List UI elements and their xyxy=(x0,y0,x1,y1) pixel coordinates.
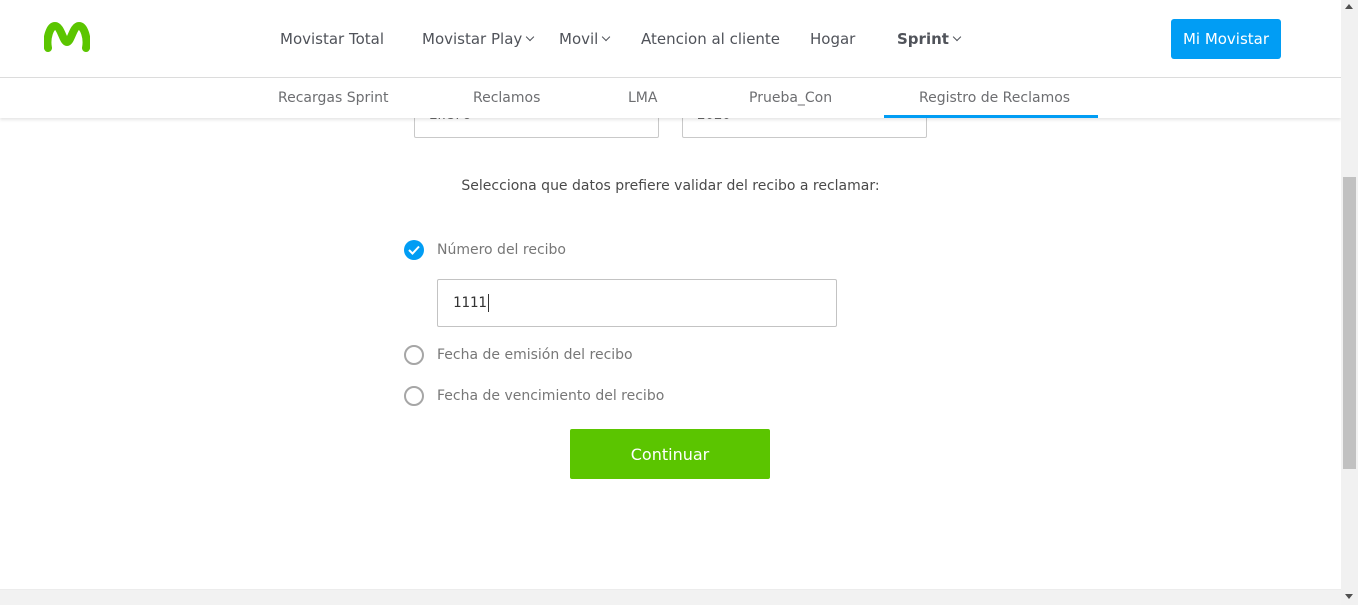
continue-button[interactable]: Continuar xyxy=(570,429,770,479)
nav-hogar[interactable]: Hogar xyxy=(810,30,855,48)
nav-movistar-play[interactable]: Movistar Play xyxy=(422,30,535,48)
text-caret xyxy=(487,294,489,312)
nav-label: Movil xyxy=(559,30,599,48)
option-fecha-vencimiento[interactable]: Fecha de vencimiento del recibo xyxy=(404,386,664,406)
chevron-down-icon xyxy=(602,32,611,42)
footer-strip xyxy=(0,589,1341,605)
option-label: Fecha de emisión del recibo xyxy=(437,347,633,363)
radio-checked[interactable] xyxy=(404,240,424,260)
radio-unchecked[interactable] xyxy=(404,345,424,365)
nav-movistar-total[interactable]: Movistar Total xyxy=(280,30,384,48)
page: Movistar Total Movistar Play Movil Atenc… xyxy=(0,0,1358,605)
nav-sprint[interactable]: Sprint xyxy=(897,30,962,48)
nav-label: Movistar Total xyxy=(280,30,385,48)
validation-instruction: Selecciona que datos prefiere validar de… xyxy=(461,178,880,194)
receipt-number-input[interactable]: 1111 xyxy=(437,279,837,327)
subnav-reclamos[interactable]: Reclamos xyxy=(473,90,540,106)
vertical-scrollbar[interactable] xyxy=(1341,0,1358,605)
chevron-down-icon xyxy=(952,32,962,42)
option-label: Número del recibo xyxy=(437,242,567,258)
scrollbar-thumb[interactable] xyxy=(1343,177,1356,469)
nav-label: Movistar Play xyxy=(422,30,523,48)
mi-movistar-button[interactable]: Mi Movistar xyxy=(1171,19,1281,59)
subnav-lma[interactable]: LMA xyxy=(628,90,657,106)
subnav-registro-de-reclamos[interactable]: Registro de Reclamos xyxy=(919,90,1070,106)
subnav-recargas-sprint[interactable]: Recargas Sprint xyxy=(278,90,389,106)
nav-movil[interactable]: Movil xyxy=(559,30,611,48)
option-numero-recibo[interactable]: Número del recibo xyxy=(404,240,566,260)
option-label: Fecha de vencimiento del recibo xyxy=(437,388,665,404)
movistar-logo[interactable] xyxy=(44,20,90,54)
chevron-down-icon xyxy=(526,32,535,42)
subnav-prueba-con[interactable]: Prueba_Con xyxy=(749,90,832,106)
radio-unchecked[interactable] xyxy=(404,386,424,406)
check-icon xyxy=(408,245,420,255)
nav-atencion-al-cliente[interactable]: Atencion al cliente xyxy=(641,30,780,48)
scroll-up-arrow-icon[interactable] xyxy=(1345,4,1353,9)
nav-label: Sprint xyxy=(897,30,949,48)
sub-nav: Recargas Sprint Reclamos LMA Prueba_Con … xyxy=(0,78,1341,118)
nav-label: Hogar xyxy=(810,30,856,48)
receipt-number-value: 1111 xyxy=(453,295,487,311)
active-tab-indicator xyxy=(884,115,1098,118)
nav-label: Atencion al cliente xyxy=(641,30,781,48)
top-header: Movistar Total Movistar Play Movil Atenc… xyxy=(0,0,1341,78)
scroll-down-arrow-icon[interactable] xyxy=(1345,594,1353,599)
option-fecha-emision[interactable]: Fecha de emisión del recibo xyxy=(404,345,633,365)
